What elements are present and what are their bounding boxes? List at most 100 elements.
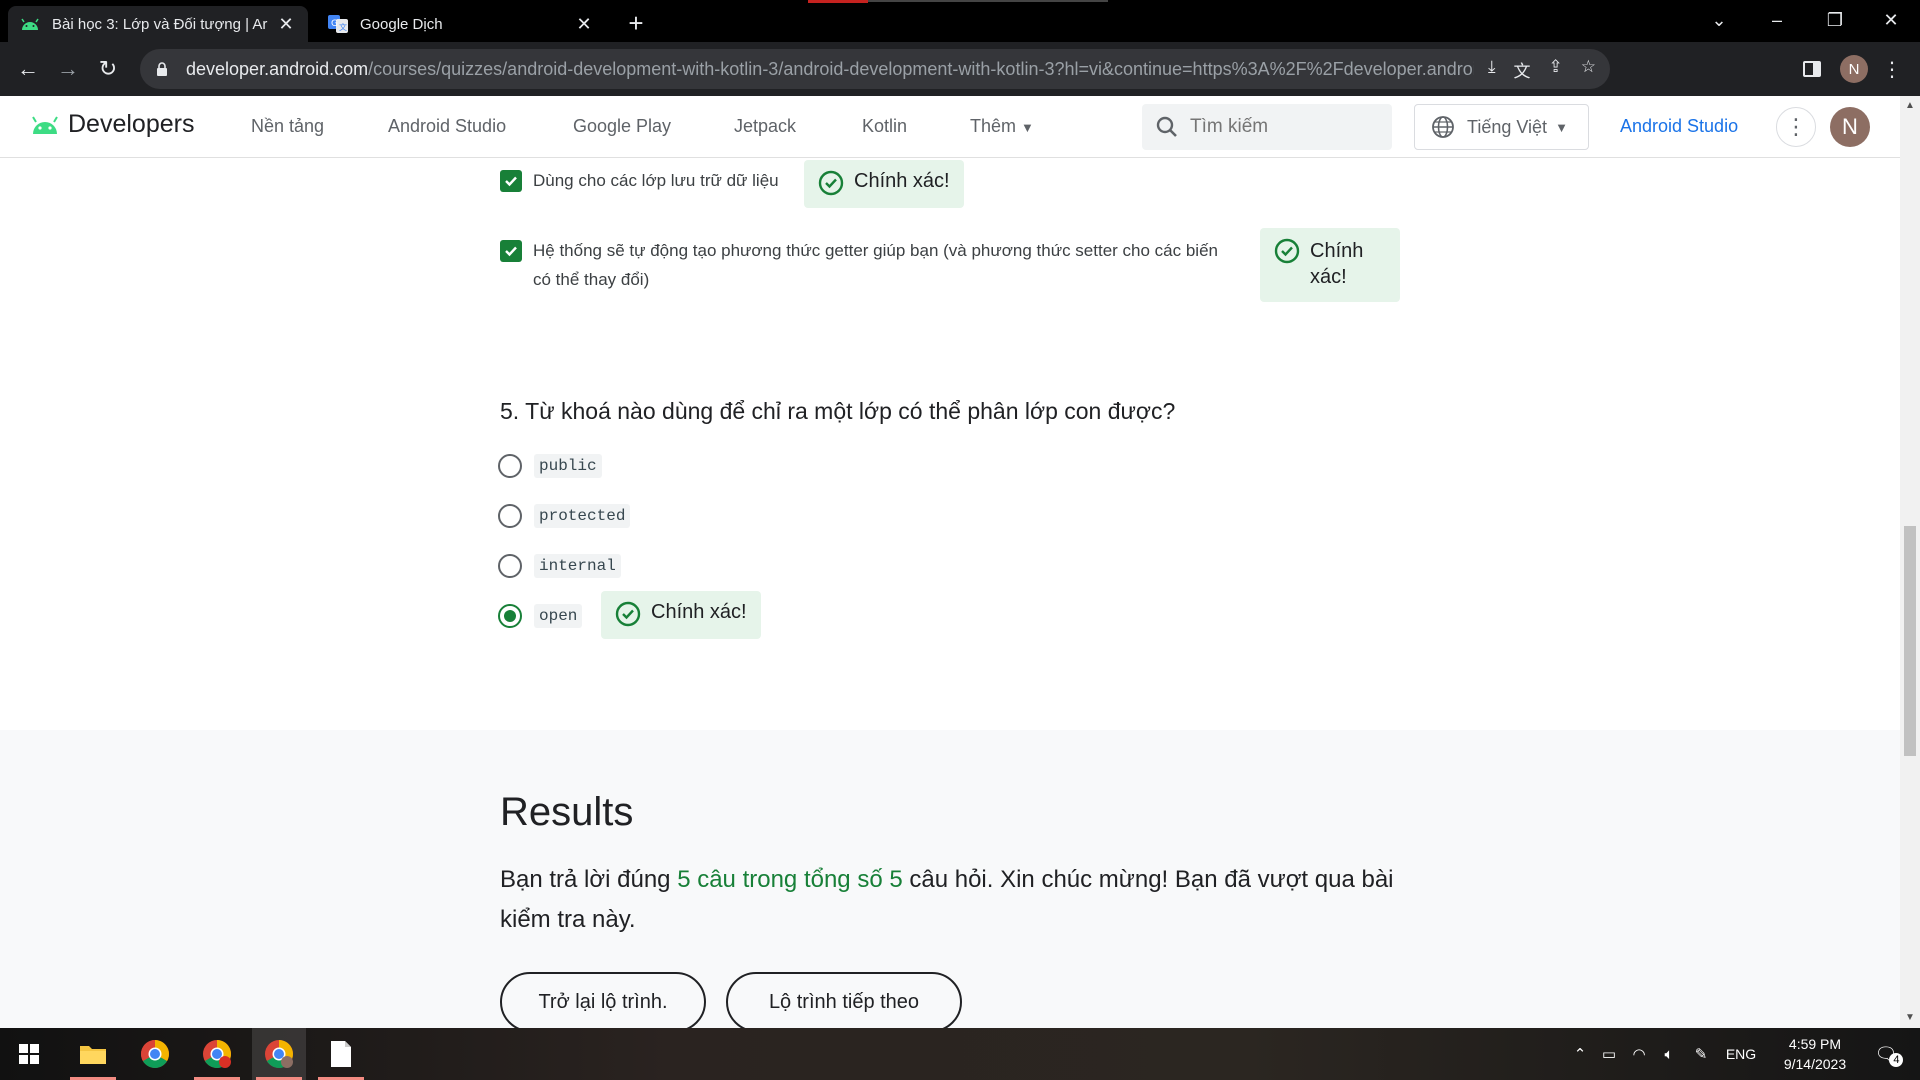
radio-button[interactable] bbox=[498, 454, 522, 478]
feedback-text: Chính xác! bbox=[651, 601, 747, 623]
show-hidden-icons-icon[interactable]: ⌃ bbox=[1566, 1045, 1594, 1063]
restore-icon[interactable]: ❐ bbox=[1806, 0, 1864, 40]
taskbar-chrome-profile-n[interactable] bbox=[252, 1028, 306, 1080]
system-tray: ⌃ ▭ ◠ 🔈︎ ✎ ENG bbox=[1566, 1028, 1764, 1080]
radio-option-protected[interactable]: protected bbox=[498, 504, 631, 528]
feedback-text: Chính xác! bbox=[854, 170, 950, 192]
checkbox-checked[interactable] bbox=[500, 240, 522, 262]
results-section: Results Bạn trả lời đúng 5 câu trong tổn… bbox=[0, 730, 1900, 1028]
browser-toolbar: ← → ↻ developer.android.com/courses/quiz… bbox=[0, 42, 1920, 96]
language-select[interactable]: Tiếng Việt ▼ bbox=[1414, 104, 1589, 150]
new-tab-icon[interactable]: + bbox=[620, 8, 652, 40]
nav-google-play[interactable]: Google Play bbox=[573, 116, 671, 137]
answer-option-data-classes[interactable]: Dùng cho các lớp lưu trữ dữ liệu bbox=[500, 170, 779, 195]
address-bar[interactable]: developer.android.com/courses/quizzes/an… bbox=[140, 49, 1610, 89]
check-icon bbox=[505, 246, 517, 257]
page-content: Dùng cho các lớp lưu trữ dữ liệu Chính x… bbox=[0, 158, 1900, 1028]
nav-more[interactable]: Thêm ▼ bbox=[970, 116, 1034, 137]
taskbar-chrome-profile-t[interactable] bbox=[190, 1028, 244, 1080]
tab-search-chevron-icon[interactable]: ⌄ bbox=[1690, 0, 1748, 40]
notification-count: 4 bbox=[1889, 1052, 1904, 1067]
radio-button[interactable] bbox=[498, 504, 522, 528]
correct-feedback: Chính xác! bbox=[1260, 228, 1400, 302]
nav-more-label: Thêm bbox=[970, 116, 1017, 136]
input-language[interactable]: ENG bbox=[1718, 1046, 1764, 1062]
chrome-icon bbox=[141, 1040, 169, 1068]
page-scrollbar[interactable]: ▲ ▼ bbox=[1900, 96, 1920, 1028]
nav-platform[interactable]: Nền tảng bbox=[251, 116, 324, 137]
scrollbar-thumb[interactable] bbox=[1904, 526, 1916, 756]
document-icon bbox=[331, 1041, 351, 1067]
taskbar-file-explorer[interactable] bbox=[66, 1028, 120, 1080]
radio-dot bbox=[504, 610, 516, 622]
url-text[interactable]: developer.android.com/courses/quizzes/an… bbox=[186, 59, 1474, 80]
install-app-icon[interactable]: ⤓ bbox=[1488, 57, 1496, 82]
radio-option-open[interactable]: open bbox=[498, 604, 583, 628]
radio-option-public[interactable]: public bbox=[498, 454, 602, 478]
close-tab-icon[interactable]: ✕ bbox=[276, 14, 296, 35]
checkbox-checked[interactable] bbox=[500, 170, 522, 192]
radio-button-selected[interactable] bbox=[498, 604, 522, 628]
question-5-title: 5. Từ khoá nào dùng để chỉ ra một lớp có… bbox=[500, 398, 1176, 424]
caret-down-icon: ▼ bbox=[1021, 120, 1034, 135]
back-to-pathway-button[interactable]: Trở lại lộ trình. bbox=[500, 972, 706, 1028]
answer-text: Hệ thống sẽ tự động tạo phương thức gett… bbox=[533, 241, 1218, 289]
clock-date: 9/14/2023 bbox=[1783, 1056, 1847, 1072]
user-avatar[interactable]: N bbox=[1830, 107, 1870, 147]
minimize-icon[interactable]: – bbox=[1748, 0, 1806, 40]
bookmark-star-icon[interactable]: ☆ bbox=[1581, 57, 1596, 82]
start-button[interactable] bbox=[2, 1028, 56, 1080]
share-icon[interactable]: ⇪ bbox=[1549, 57, 1563, 82]
notification-center[interactable]: 🗨︎ 4 bbox=[1866, 1028, 1906, 1080]
folder-icon bbox=[80, 1046, 106, 1064]
notification-icon: 🗨︎ 4 bbox=[1875, 1044, 1904, 1067]
site-search[interactable] bbox=[1142, 104, 1392, 150]
tab-title: Google Dịch bbox=[360, 15, 443, 33]
browser-menu-icon[interactable]: ⋮ bbox=[1878, 53, 1906, 85]
lock-icon[interactable] bbox=[156, 62, 168, 76]
taskbar-notepad[interactable] bbox=[314, 1028, 368, 1080]
developers-logo[interactable]: Developers bbox=[30, 110, 194, 139]
radio-option-internal[interactable]: internal bbox=[498, 554, 621, 578]
nav-android-studio[interactable]: Android Studio bbox=[388, 116, 506, 137]
profile-avatar[interactable]: N bbox=[1838, 53, 1870, 85]
battery-icon[interactable]: ▭ bbox=[1594, 1045, 1624, 1063]
url-domain: developer.android.com bbox=[186, 58, 369, 79]
android-studio-link[interactable]: Android Studio bbox=[1620, 116, 1738, 137]
tab-google-translate[interactable]: G文 Google Dịch ✕ bbox=[316, 6, 606, 42]
nav-jetpack[interactable]: Jetpack bbox=[734, 116, 796, 137]
chrome-profile-icon bbox=[203, 1040, 231, 1068]
taskbar-chrome[interactable] bbox=[128, 1028, 182, 1080]
next-pathway-button[interactable]: Lộ trình tiếp theo bbox=[726, 972, 962, 1028]
profile-initial: N bbox=[1840, 55, 1868, 83]
language-label: Tiếng Việt bbox=[1467, 116, 1548, 137]
close-tab-icon[interactable]: ✕ bbox=[574, 14, 594, 35]
close-window-icon[interactable]: ✕ bbox=[1862, 0, 1920, 40]
scroll-up-arrow-icon[interactable]: ▲ bbox=[1905, 100, 1915, 111]
translate-page-icon[interactable]: 文 bbox=[1514, 57, 1531, 82]
forward-icon[interactable]: → bbox=[52, 53, 84, 85]
correct-feedback: Chính xác! bbox=[601, 591, 761, 639]
clock-time: 4:59 PM bbox=[1788, 1036, 1842, 1052]
more-options-icon[interactable]: ⋮ bbox=[1776, 107, 1816, 147]
check-icon bbox=[505, 176, 517, 187]
radio-button[interactable] bbox=[498, 554, 522, 578]
search-icon bbox=[1156, 116, 1177, 137]
wifi-icon[interactable]: ◠ bbox=[1624, 1045, 1654, 1063]
nav-kotlin[interactable]: Kotlin bbox=[862, 116, 907, 137]
tab-android-course[interactable]: Bài học 3: Lớp và Đối tượng | Ar ✕ bbox=[8, 6, 308, 42]
search-input[interactable] bbox=[1190, 116, 1370, 138]
side-panel-icon[interactable] bbox=[1796, 53, 1828, 85]
globe-icon bbox=[1432, 116, 1454, 138]
back-icon[interactable]: ← bbox=[12, 53, 44, 85]
taskbar-clock[interactable]: 4:59 PM 9/14/2023 bbox=[1770, 1034, 1860, 1074]
answer-option-auto-getter[interactable]: Hệ thống sẽ tự động tạo phương thức gett… bbox=[500, 240, 1233, 294]
reload-icon[interactable]: ↻ bbox=[92, 53, 124, 85]
check-circle-icon bbox=[818, 170, 844, 196]
volume-icon[interactable]: 🔈︎ bbox=[1654, 1046, 1684, 1063]
scroll-down-arrow-icon[interactable]: ▼ bbox=[1905, 1012, 1915, 1023]
results-heading: Results bbox=[500, 790, 634, 834]
pen-icon[interactable]: ✎ bbox=[1684, 1045, 1718, 1063]
tab-strip-accent bbox=[808, 0, 868, 3]
android-favicon-icon bbox=[20, 14, 40, 34]
